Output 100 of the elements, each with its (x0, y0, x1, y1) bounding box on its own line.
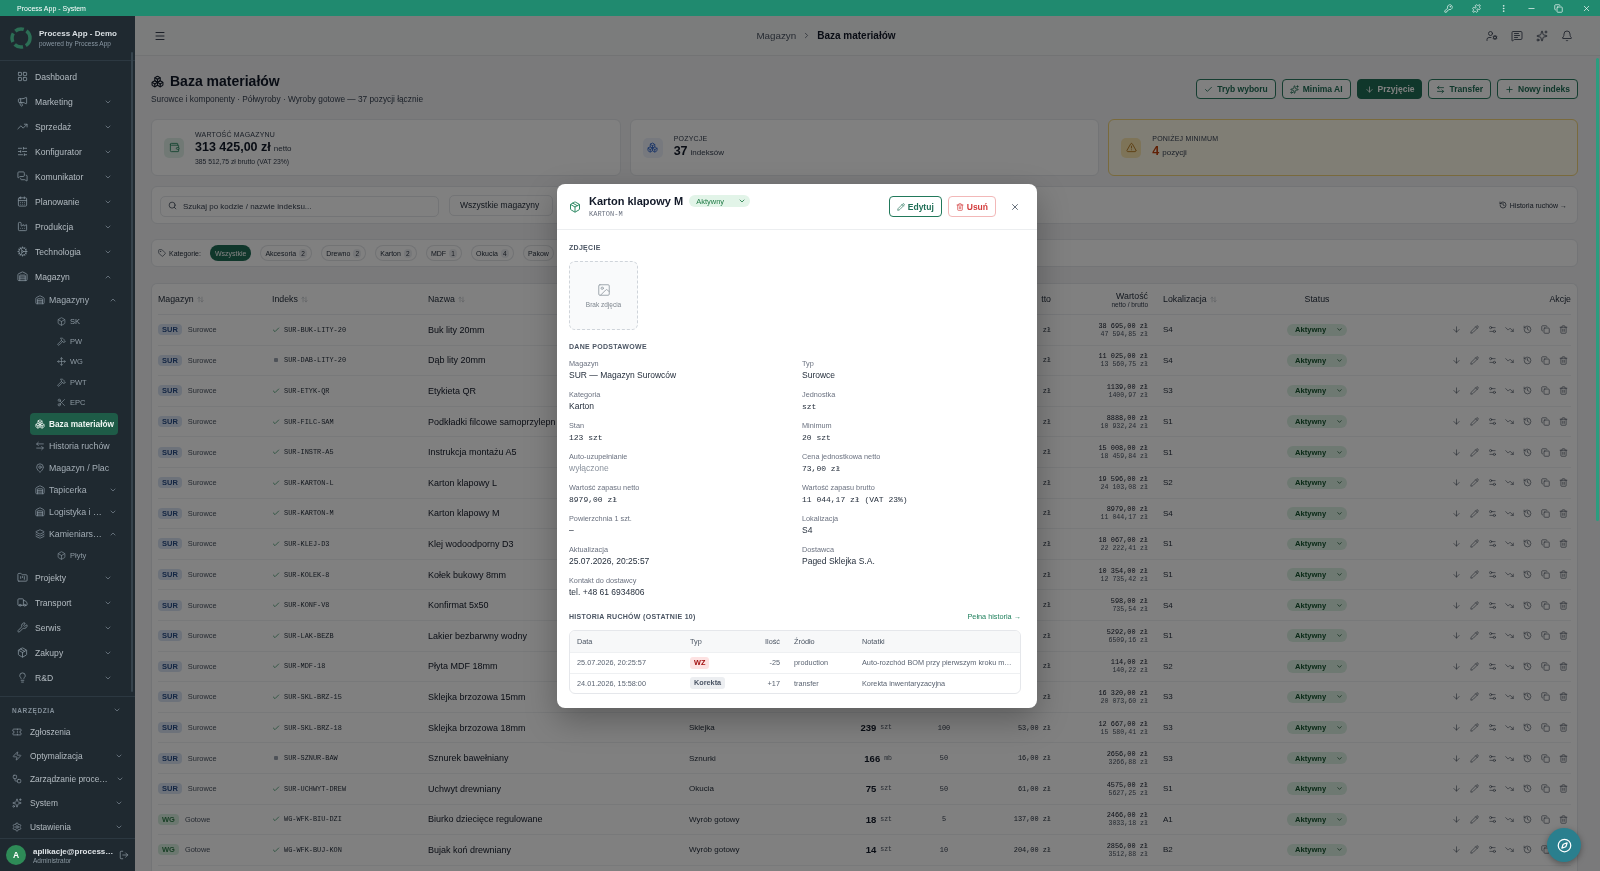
trash-icon[interactable] (1558, 661, 1568, 671)
pencil-icon[interactable] (1470, 570, 1480, 580)
trend-down-icon[interactable] (1505, 723, 1515, 732)
sidebar-item[interactable]: Logistyka i … (30, 500, 118, 523)
arrow-down-icon[interactable] (1452, 845, 1462, 855)
sidebar-item[interactable]: Zakupy (0, 640, 113, 666)
pencil-icon[interactable] (1470, 417, 1480, 427)
breadcrumb-link[interactable]: Magazyn (756, 30, 797, 41)
trend-down-icon[interactable] (1505, 753, 1515, 763)
arrow-down-icon[interactable] (1452, 417, 1462, 427)
trash-icon[interactable] (1558, 631, 1568, 641)
pencil-icon[interactable] (1470, 723, 1480, 732)
arrow-down-icon[interactable] (1452, 570, 1462, 580)
pencil-icon[interactable] (1470, 814, 1480, 824)
copy-icon[interactable] (1540, 845, 1550, 855)
trend-down-icon[interactable] (1505, 814, 1515, 824)
history-icon[interactable] (1523, 447, 1533, 457)
sparkles-icon[interactable] (1536, 29, 1548, 42)
new-item-button[interactable]: Nowy indeks (1497, 79, 1578, 99)
pencil-icon[interactable] (1470, 447, 1480, 457)
history-icon[interactable] (1523, 814, 1533, 824)
history-icon[interactable] (1523, 661, 1533, 671)
sliders-icon[interactable] (1487, 692, 1497, 702)
pencil-icon[interactable] (1470, 692, 1480, 702)
sidebar-item[interactable]: Magazyn (0, 264, 113, 289)
arrow-down-icon[interactable] (1452, 355, 1462, 365)
sidebar-item[interactable]: Planowanie (0, 189, 113, 214)
sidebar-item[interactable]: Projekty (0, 565, 113, 591)
trend-down-icon[interactable] (1505, 600, 1515, 610)
trash-icon[interactable] (1558, 386, 1568, 396)
sidebar-item[interactable]: Zgłoszenia (0, 720, 135, 744)
sidebar-item[interactable]: Tapicerka (30, 478, 118, 501)
trend-down-icon[interactable] (1505, 692, 1515, 702)
pencil-icon[interactable] (1470, 325, 1480, 335)
copy-icon[interactable] (1540, 723, 1550, 732)
edit-button[interactable]: Edytuj (888, 196, 942, 217)
user-gear-icon[interactable] (1486, 29, 1498, 42)
copy-icon[interactable] (1540, 784, 1550, 794)
sidebar-item[interactable]: Historia ruchów (30, 434, 118, 457)
sidebar-item[interactable]: Technologia (0, 239, 113, 264)
arrow-down-icon[interactable] (1452, 447, 1462, 457)
copy-icon[interactable] (1540, 539, 1550, 549)
history-icon[interactable] (1523, 325, 1533, 335)
arrow-down-icon[interactable] (1452, 508, 1462, 518)
trend-down-icon[interactable] (1505, 784, 1515, 794)
page-scrollbar[interactable] (1596, 58, 1599, 521)
sliders-icon[interactable] (1487, 417, 1497, 427)
sliders-icon[interactable] (1487, 784, 1497, 794)
copy-icon[interactable] (1540, 661, 1550, 671)
sidebar-item[interactable]: Komunikator (0, 164, 113, 189)
logout-icon[interactable] (119, 850, 129, 861)
arrow-down-icon[interactable] (1452, 539, 1462, 549)
trash-icon[interactable] (1558, 692, 1568, 702)
sliders-icon[interactable] (1487, 539, 1497, 549)
trash-icon[interactable] (1558, 355, 1568, 365)
arrow-down-icon[interactable] (1452, 814, 1462, 824)
history-icon[interactable] (1523, 845, 1533, 855)
trash-icon[interactable] (1558, 814, 1568, 824)
sliders-icon[interactable] (1487, 386, 1497, 396)
copy-icon[interactable] (1540, 386, 1550, 396)
sidebar-item[interactable]: Dashboard (0, 64, 113, 89)
pencil-icon[interactable] (1470, 386, 1480, 396)
trash-icon[interactable] (1558, 600, 1568, 610)
sidebar-item[interactable]: Marketing (0, 89, 113, 114)
sliders-icon[interactable] (1487, 661, 1497, 671)
warehouse-select[interactable]: Wszystkie magazyny (449, 194, 553, 216)
trash-icon[interactable] (1558, 570, 1568, 580)
arrow-down-icon[interactable] (1452, 600, 1462, 610)
trend-down-icon[interactable] (1505, 386, 1515, 396)
copy-icon[interactable] (1540, 478, 1550, 488)
arrow-down-icon[interactable] (1452, 386, 1462, 396)
bell-icon[interactable] (1561, 29, 1573, 42)
arrow-down-icon[interactable] (1452, 631, 1462, 641)
sidebar-item[interactable]: Transport (0, 590, 113, 616)
sliders-icon[interactable] (1487, 723, 1497, 732)
menu-icon[interactable] (154, 29, 166, 42)
copy-icon[interactable] (1540, 753, 1550, 763)
copy-icon[interactable] (1540, 355, 1550, 365)
trash-icon[interactable] (1558, 417, 1568, 427)
copy-icon[interactable] (1540, 631, 1550, 641)
arrow-down-icon[interactable] (1452, 325, 1462, 335)
column-header[interactable]: Indeks (272, 294, 308, 304)
receive-button[interactable]: Przyjęcie (1356, 79, 1423, 99)
trash-icon[interactable] (1558, 753, 1568, 763)
trash-icon[interactable] (1558, 508, 1568, 518)
sidebar-item[interactable]: Magazyny (30, 289, 118, 311)
sliders-icon[interactable] (1487, 325, 1497, 335)
history-icon[interactable] (1523, 570, 1533, 580)
chevron-up-icon[interactable] (109, 296, 117, 304)
history-icon[interactable] (1523, 600, 1533, 610)
sliders-icon[interactable] (1487, 570, 1497, 580)
copy-icon[interactable] (1540, 600, 1550, 610)
sliders-icon[interactable] (1487, 753, 1497, 763)
copy-icon[interactable] (1540, 447, 1550, 457)
pencil-icon[interactable] (1470, 845, 1480, 855)
copy-icon[interactable] (1540, 692, 1550, 702)
history-icon[interactable] (1523, 417, 1533, 427)
sidebar-item[interactable]: Sprzedaż (0, 114, 113, 139)
column-header[interactable]: Magazyn (158, 294, 204, 304)
arrow-down-icon[interactable] (1452, 478, 1462, 488)
